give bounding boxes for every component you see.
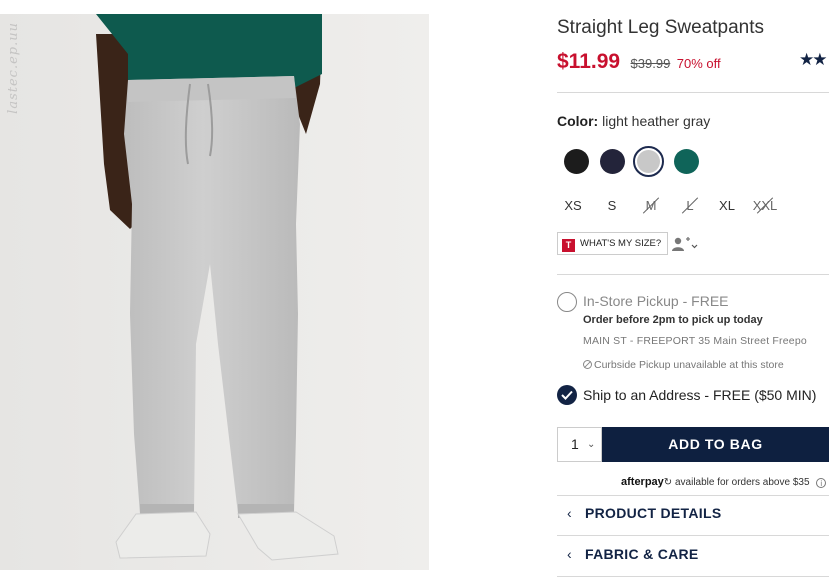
ship-to-address-label: Ship to an Address - FREE ($50 MIN) bbox=[583, 387, 817, 403]
product-title: Straight Leg Sweatpants bbox=[557, 17, 765, 38]
size-xs[interactable]: XS bbox=[558, 195, 588, 217]
divider bbox=[557, 495, 829, 496]
checkmark-icon bbox=[561, 390, 573, 400]
color-label: Color: bbox=[557, 113, 599, 129]
info-icon[interactable]: i bbox=[816, 478, 827, 488]
sale-price: $11.99 bbox=[557, 50, 621, 73]
chevron-down-icon: ⌄ bbox=[587, 439, 596, 450]
unavailable-icon bbox=[583, 360, 592, 369]
selected-color-name: light heather gray bbox=[602, 113, 711, 129]
in-store-pickup-label: In-Store Pickup - FREE bbox=[583, 293, 729, 309]
afterpay-text: available for orders above $35 bbox=[674, 477, 810, 488]
original-price: $39.99 bbox=[630, 56, 671, 71]
ship-to-address-radio[interactable] bbox=[557, 385, 577, 405]
chevron-left-icon: ‹ bbox=[567, 546, 572, 562]
true-fit-logo-icon: T bbox=[562, 239, 575, 252]
product-photo-illustration bbox=[0, 14, 429, 570]
price-row: $11.99 $39.99 70% off bbox=[557, 50, 721, 74]
curbside-text: Curbside Pickup unavailable at this stor… bbox=[594, 359, 784, 371]
product-image[interactable]: lastec.ep.uu bbox=[0, 14, 429, 570]
in-store-pickup-radio[interactable] bbox=[557, 292, 577, 312]
chevron-left-icon: ‹ bbox=[567, 505, 572, 521]
product-info-panel: Straight Leg Sweatpants $11.99 $39.99 70… bbox=[557, 0, 829, 581]
pickup-deadline-note: Order before 2pm to pick up today bbox=[583, 314, 763, 326]
fit-profile-icon[interactable] bbox=[671, 236, 699, 252]
swatch-green[interactable] bbox=[674, 149, 699, 174]
size-xl[interactable]: XL bbox=[712, 195, 742, 217]
rating-stars-icon[interactable]: ★★ bbox=[799, 50, 828, 70]
curbside-note: Curbside Pickup unavailable at this stor… bbox=[583, 359, 784, 371]
divider bbox=[557, 576, 829, 577]
fabric-care-accordion[interactable]: ‹ FABRIC & CARE bbox=[557, 546, 829, 570]
afterpay-message: afterpay↻ available for orders above $35… bbox=[621, 476, 827, 488]
divider bbox=[557, 274, 829, 275]
add-to-bag-button[interactable]: ADD TO BAG bbox=[602, 427, 829, 462]
swatch-black[interactable] bbox=[564, 149, 589, 174]
size-l[interactable]: L bbox=[675, 195, 705, 217]
store-address[interactable]: MAIN ST - FREEPORT 35 Main Street Freepo bbox=[583, 335, 807, 347]
size-m[interactable]: M bbox=[636, 195, 666, 217]
product-details-label: PRODUCT DETAILS bbox=[585, 505, 722, 521]
quantity-select[interactable]: 1 ⌄ bbox=[557, 427, 602, 462]
afterpay-loop-icon: ↻ bbox=[663, 477, 673, 488]
quantity-value: 1 bbox=[571, 436, 579, 452]
divider bbox=[557, 92, 829, 93]
divider bbox=[557, 535, 829, 536]
whats-my-size-label: WHAT'S MY SIZE? bbox=[580, 238, 662, 249]
size-s[interactable]: S bbox=[597, 195, 627, 217]
size-xxl[interactable]: XXL bbox=[750, 195, 780, 217]
discount-label: 70% off bbox=[676, 56, 721, 71]
color-label-row: Color: light heather gray bbox=[557, 113, 710, 129]
swatch-navy[interactable] bbox=[600, 149, 625, 174]
whats-my-size-button[interactable]: T WHAT'S MY SIZE? bbox=[557, 232, 669, 255]
afterpay-logo: afterpay bbox=[621, 476, 664, 488]
image-watermark: lastec.ep.uu bbox=[6, 22, 21, 114]
product-details-accordion[interactable]: ‹ PRODUCT DETAILS bbox=[557, 505, 829, 529]
swatch-light-heather-gray[interactable] bbox=[633, 146, 664, 177]
fabric-care-label: FABRIC & CARE bbox=[585, 546, 699, 562]
